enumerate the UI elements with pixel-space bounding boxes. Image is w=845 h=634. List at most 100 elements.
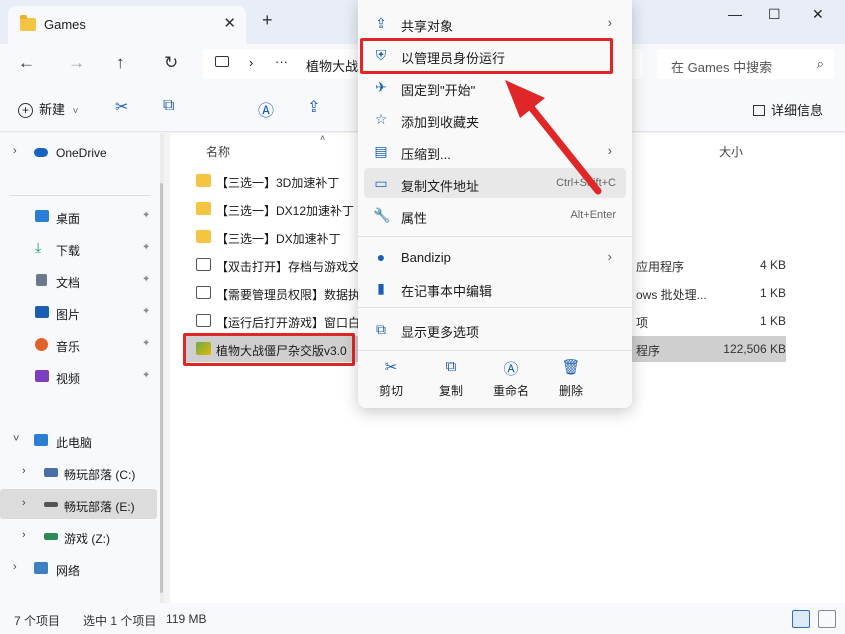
details-view-button[interactable] (792, 610, 810, 628)
star-icon: ☆ (374, 111, 388, 127)
file-name: 【三选一】DX加速补丁 (216, 232, 341, 246)
expand-icon[interactable]: › (22, 497, 26, 509)
column-header-name[interactable]: 名称 (206, 143, 230, 160)
divider (358, 350, 632, 351)
expand-icon[interactable]: › (22, 465, 26, 477)
sidebar-item-this-pc[interactable]: ˅ 此电脑 (0, 425, 157, 455)
sidebar-item-desktop[interactable]: 桌面 ✦ (0, 201, 157, 231)
chevron-right-icon: › (607, 15, 612, 30)
menu-item-bandizip[interactable]: ● Bandizip › (364, 242, 626, 272)
close-window-button[interactable]: ✕ (812, 6, 824, 23)
sidebar-scrollbar[interactable] (160, 133, 164, 603)
file-size: 122,506 KB (723, 342, 786, 356)
cut-icon[interactable]: ✂ (115, 97, 128, 117)
menu-item-properties[interactable]: 🔧 属性 Alt+Enter (364, 200, 626, 230)
rename-icon: Ⓐ (503, 361, 519, 378)
sidebar-item-documents[interactable]: 文档 ✦ (0, 265, 157, 295)
tiles-view-button[interactable] (818, 610, 836, 628)
sidebar-item-downloads[interactable]: ⤓ 下载 ✦ (0, 233, 157, 263)
tab-games[interactable]: Games ✕ (8, 6, 246, 44)
menu-item-label: 在记事本中编辑 (401, 284, 493, 299)
search-input[interactable]: 在 Games 中搜索 ⌕ (657, 49, 834, 79)
sidebar-item-pictures[interactable]: 图片 ✦ (0, 297, 157, 327)
menu-item-copy-path[interactable]: ▭ 复制文件地址 Ctrl+Shift+C (364, 168, 626, 198)
menu-item-add-favorites[interactable]: ☆ 添加到收藏夹 (364, 104, 626, 134)
drive-icon (44, 468, 58, 477)
sidebar-item-drive-z[interactable]: › 游戏 (Z:) (0, 521, 157, 551)
menu-item-label: 添加到收藏夹 (401, 115, 480, 130)
menu-item-label: 固定到"开始" (401, 83, 476, 98)
forward-button[interactable]: → (68, 53, 85, 73)
expand-icon[interactable]: › (13, 145, 17, 157)
menu-item-label: 显示更多选项 (401, 325, 480, 340)
sidebar-item-label: 畅玩部落 (C:) (64, 468, 136, 482)
quick-copy-button[interactable]: ⧉ 复制 (426, 358, 476, 404)
breadcrumb[interactable]: 植物大战 (306, 56, 358, 75)
minimize-button[interactable]: — (728, 6, 742, 22)
application-icon (196, 258, 211, 271)
folder-icon (196, 230, 211, 243)
file-type: 应用程序 (636, 260, 685, 274)
expand-icon[interactable]: ˅ (13, 433, 19, 445)
quick-action-label: 重命名 (492, 384, 529, 398)
more-breadcrumbs-button[interactable]: ··· (275, 54, 288, 69)
new-button[interactable]: + 新建 ˅ (18, 99, 78, 118)
sidebar-item-label: 图片 (56, 308, 81, 322)
sidebar-item-label: OneDrive (56, 146, 107, 160)
selection-size: 119 MB (166, 612, 207, 626)
quick-cut-button[interactable]: ✂ 剪切 (366, 358, 416, 404)
file-name: 【三选一】3D加速补丁 (216, 176, 340, 190)
details-button[interactable]: 详细信息 (752, 100, 823, 119)
wrench-icon: 🔧 (373, 207, 391, 223)
expand-icon[interactable]: › (13, 561, 17, 573)
refresh-button[interactable]: ↻ (164, 53, 178, 73)
share-icon[interactable]: ⇪ (307, 97, 320, 117)
menu-item-share[interactable]: ⇪ 共享对象 › (364, 8, 626, 38)
expand-icon[interactable]: › (22, 529, 26, 541)
file-name: 【双击打开】存档与游戏文 (216, 260, 361, 274)
sidebar-item-drive-e[interactable]: › 畅玩部落 (E:) (0, 489, 157, 519)
maximize-button[interactable]: ☐ (768, 6, 781, 23)
sidebar-item-videos[interactable]: 视频 ✦ (0, 361, 157, 391)
menu-item-pin-to-start[interactable]: ✈ 固定到"开始" (364, 72, 626, 102)
column-header-size[interactable]: 大小 (719, 143, 743, 160)
quick-delete-button[interactable]: 🗑 删除 (546, 358, 596, 404)
computer-icon (34, 434, 48, 446)
divider (10, 195, 150, 196)
new-tab-button[interactable]: + (262, 10, 273, 31)
menu-item-label: 复制文件地址 (401, 179, 480, 194)
sidebar-item-label: 畅玩部落 (E:) (64, 500, 135, 514)
picture-icon (35, 306, 49, 318)
sidebar-item-music[interactable]: 音乐 ✦ (0, 329, 157, 359)
folder-icon (20, 15, 36, 31)
sidebar-item-label: 桌面 (56, 212, 81, 226)
pin-icon: ✦ (142, 338, 151, 349)
navigation-pane: › OneDrive 桌面 ✦ ⤓ 下载 ✦ 文档 ✦ 图片 ✦ 音乐 ✦ 视频… (0, 133, 160, 603)
highlight-box-run-as-admin (360, 38, 613, 74)
menu-item-compress[interactable]: ▤ 压缩到... › (364, 136, 626, 166)
menu-item-show-more-options[interactable]: ⧉ 显示更多选项 (364, 314, 626, 344)
chevron-down-icon: ˅ (72, 106, 79, 117)
scrollbar-thumb[interactable] (160, 183, 163, 593)
file-name: 【三选一】DX12加速补丁 (216, 204, 355, 218)
back-button[interactable]: ← (18, 53, 35, 73)
plus-icon: + (18, 103, 33, 118)
sidebar-item-drive-c[interactable]: › 畅玩部落 (C:) (0, 457, 157, 487)
up-button[interactable]: ↑ (116, 53, 125, 73)
quick-action-label: 删除 (558, 384, 583, 398)
rename-icon[interactable]: Ⓐ (258, 97, 274, 121)
quick-rename-button[interactable]: Ⓐ 重命名 (486, 358, 536, 404)
new-label: 新建 (39, 102, 66, 117)
share-icon: ⇪ (375, 15, 387, 31)
sidebar-item-onedrive[interactable]: › OneDrive (0, 137, 157, 167)
divider (358, 307, 632, 308)
details-pane-icon (752, 105, 765, 116)
copy-icon[interactable]: ⧉ (163, 97, 174, 115)
chevron-right-icon: › (607, 249, 612, 264)
notepad-icon: ▮ (377, 280, 385, 296)
close-tab-icon[interactable]: ✕ (223, 14, 236, 32)
menu-item-edit-notepad[interactable]: ▮ 在记事本中编辑 (364, 273, 626, 303)
sidebar-item-label: 此电脑 (56, 436, 93, 450)
desktop-icon (35, 210, 49, 222)
sidebar-item-network[interactable]: › 网络 (0, 553, 157, 583)
